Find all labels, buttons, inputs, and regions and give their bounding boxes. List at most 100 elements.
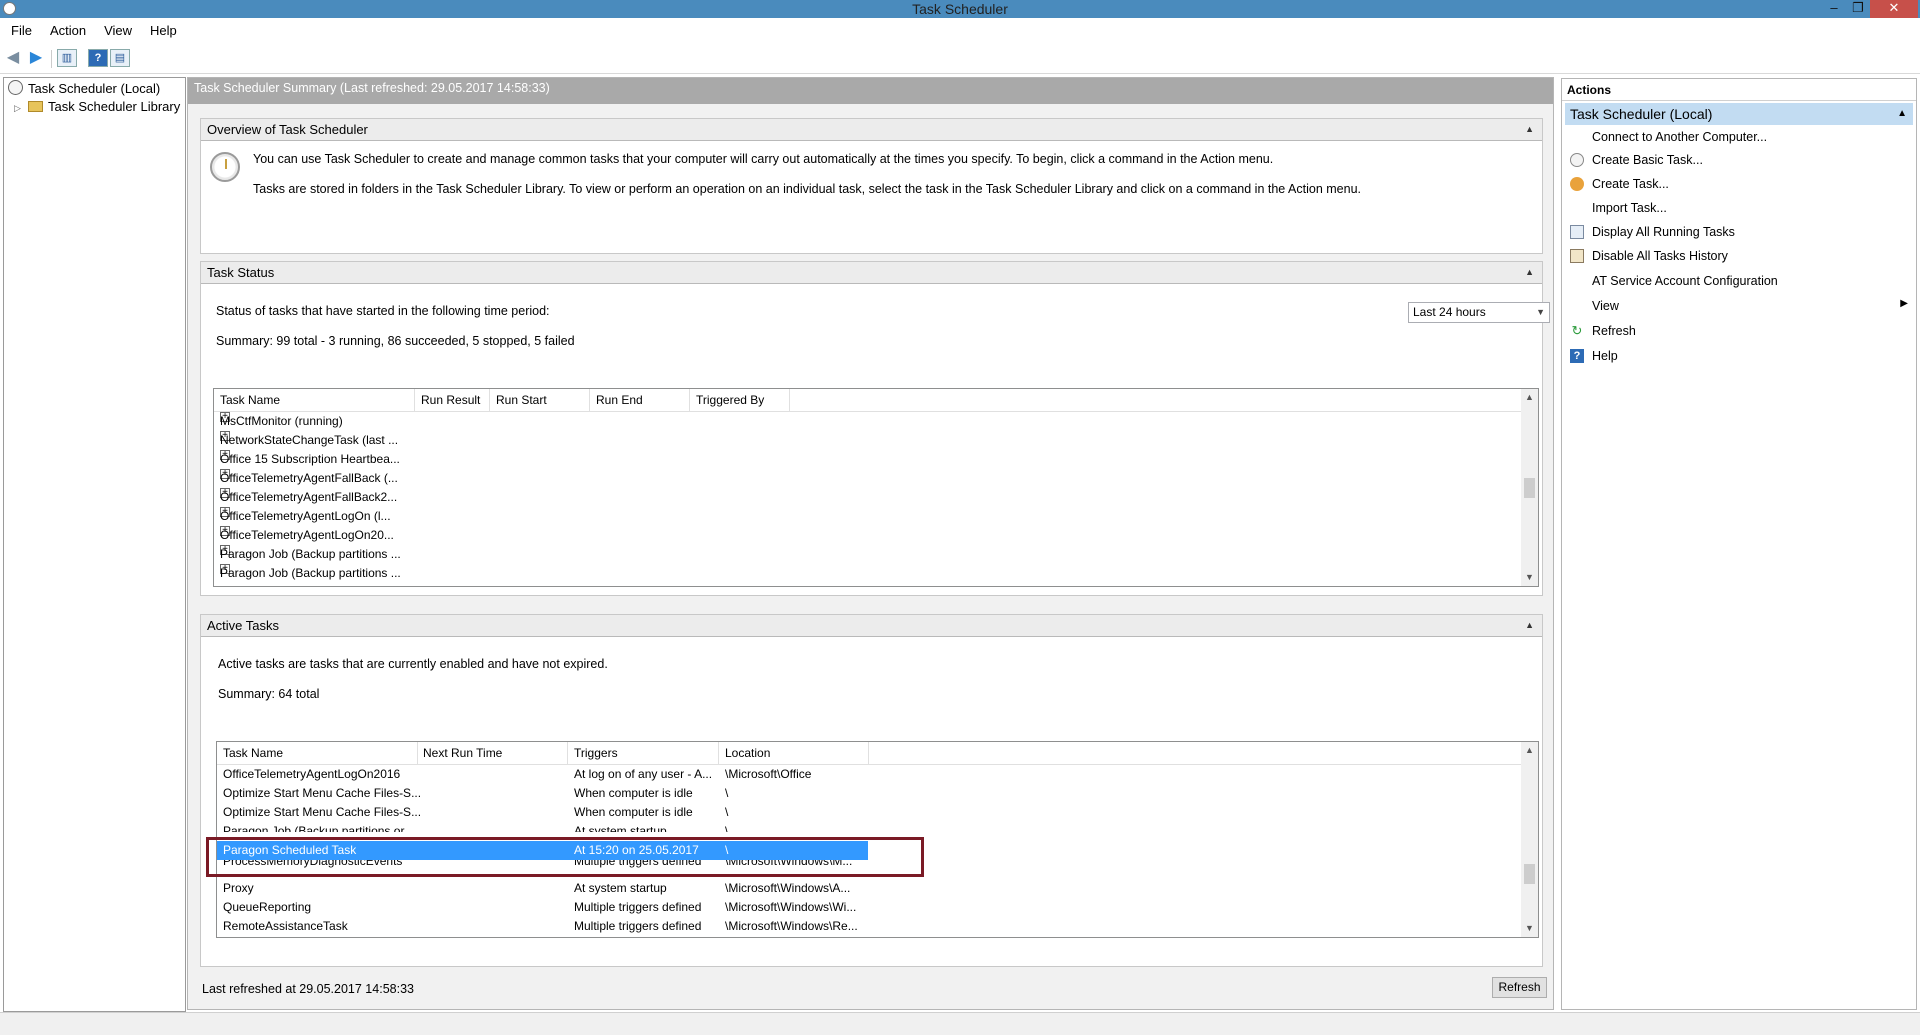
scroll-down-icon[interactable]: ▼ — [1521, 569, 1538, 586]
action-display-all-running-tasks[interactable]: Display All Running Tasks — [1592, 222, 1735, 242]
overview-text-2: Tasks are stored in folders in the Task … — [253, 182, 1361, 196]
menu-action[interactable]: Action — [39, 18, 93, 38]
column-header-next-run-time[interactable]: Next Run Time — [423, 746, 502, 760]
restore-button[interactable]: ❐ — [1846, 0, 1870, 18]
time-period-dropdown[interactable]: Last 24 hours ▼ — [1408, 302, 1550, 323]
table-row[interactable]: Proxy At system startup \Microsoft\Windows… — [217, 879, 1538, 898]
table-row[interactable]: RemoteAssistanceTask Multiple triggers de… — [217, 917, 1538, 936]
collapse-icon[interactable]: ▲ — [1525, 119, 1534, 140]
show-hide-console-tree-icon[interactable]: ▥ — [57, 49, 77, 67]
tree-item-task-scheduler-library[interactable]: ▷ Task Scheduler Library — [14, 98, 180, 116]
last-refreshed-text: Last refreshed at 29.05.2017 14:58:33 — [202, 982, 414, 996]
menu-help[interactable]: Help — [139, 18, 184, 38]
console-tree: Task Scheduler (Local) ▷ Task Scheduler L… — [3, 77, 186, 1012]
action-help[interactable]: Help — [1592, 346, 1618, 366]
column-header-location[interactable]: Location — [725, 746, 770, 760]
scroll-up-icon[interactable]: ▲ — [1521, 389, 1538, 406]
column-header-task-name[interactable]: Task Name — [223, 746, 283, 760]
clock-icon — [210, 152, 240, 182]
active-tasks-scrollbar[interactable]: ▲ ▼ — [1521, 742, 1538, 937]
active-tasks-summary: Summary: 64 total — [218, 687, 320, 701]
table-row[interactable]: Paragon Job (Backup partitions or... At s… — [217, 822, 1538, 832]
action-create-basic-task[interactable]: Create Basic Task... — [1592, 150, 1703, 170]
column-header-triggered-by[interactable]: Triggered By — [696, 393, 764, 407]
overview-section-header[interactable]: Overview of Task Scheduler ▲ — [201, 119, 1542, 141]
tree-item-task-scheduler-local[interactable]: Task Scheduler (Local) — [8, 80, 160, 98]
table-row[interactable]: Optimize Start Menu Cache Files-S... When… — [217, 784, 1538, 803]
minimize-button[interactable]: – — [1822, 0, 1846, 18]
close-button[interactable]: ✕ — [1870, 0, 1918, 18]
title-bar: Task Scheduler – ❐ ✕ — [0, 0, 1920, 18]
status-bar — [0, 1012, 1920, 1035]
table-row[interactable]: OfficeTelemetryAgentLogOn2016 At log on o… — [217, 765, 1538, 784]
table-row[interactable]: + OfficeTelemetryAgentLogOn (l... — [214, 507, 1538, 526]
menu-view[interactable]: View — [93, 18, 139, 38]
table-row[interactable]: + OfficeTelemetryAgentLogOn20... — [214, 526, 1538, 545]
action-import-task[interactable]: Import Task... — [1592, 198, 1667, 218]
toolbar-separator — [51, 50, 52, 68]
table-row[interactable]: + MsCtfMonitor (running) — [214, 412, 1538, 431]
task-status-scrollbar[interactable]: ▲ ▼ — [1521, 389, 1538, 586]
action-at-service-account-configuration[interactable]: AT Service Account Configuration — [1592, 271, 1778, 291]
help-icon: ? — [1570, 349, 1584, 363]
refresh-button[interactable]: Refresh — [1492, 977, 1547, 998]
refresh-icon: ↻ — [1571, 323, 1583, 338]
overview-section: Overview of Task Scheduler ▲ You can use… — [200, 118, 1543, 254]
history-icon — [1570, 249, 1584, 263]
collapse-icon[interactable]: ▲ — [1897, 103, 1907, 125]
table-header: Task Name Next Run Time Triggers Locatio… — [217, 742, 1538, 765]
column-header-task-name[interactable]: Task Name — [220, 393, 280, 407]
chevron-down-icon: ▼ — [1536, 307, 1545, 317]
table-row[interactable]: + OfficeTelemetryAgentFallBack2... — [214, 488, 1538, 507]
submenu-arrow-icon: ▶ — [1900, 298, 1908, 309]
actions-group-header[interactable]: Task Scheduler (Local) ▲ — [1565, 103, 1913, 125]
table-row[interactable]: + OfficeTelemetryAgentFallBack (... — [214, 469, 1538, 488]
column-header-triggers[interactable]: Triggers — [574, 746, 618, 760]
column-header-run-start[interactable]: Run Start — [496, 393, 547, 407]
scroll-down-icon[interactable]: ▼ — [1521, 920, 1538, 937]
task-status-table: Task Name Run Result Run Start Run End T… — [213, 388, 1539, 587]
forward-arrow-icon[interactable]: ▶ — [25, 48, 47, 68]
actions-header: Actions — [1562, 79, 1916, 101]
table-row[interactable]: + Office 15 Subscription Heartbea... — [214, 450, 1538, 469]
menu-bar: File Action View Help — [0, 18, 1920, 44]
status-summary: Summary: 99 total - 3 running, 86 succee… — [216, 334, 575, 348]
table-header: Task Name Run Result Run Start Run End T… — [214, 389, 1538, 412]
scroll-up-icon[interactable]: ▲ — [1521, 742, 1538, 759]
column-header-run-result[interactable]: Run Result — [421, 393, 480, 407]
action-refresh[interactable]: Refresh — [1592, 321, 1636, 341]
help-icon[interactable]: ? — [88, 49, 108, 67]
table-row[interactable]: + NetworkStateChangeTask (last ... — [214, 431, 1538, 450]
collapse-icon[interactable]: ▲ — [1525, 262, 1534, 283]
create-basic-task-icon — [1570, 153, 1584, 167]
folder-icon — [28, 101, 43, 112]
action-connect-to-another-computer[interactable]: Connect to Another Computer... — [1592, 127, 1767, 147]
active-tasks-description: Active tasks are tasks that are currentl… — [218, 657, 608, 671]
menu-file[interactable]: File — [0, 18, 39, 38]
task-status-section: Task Status ▲ Status of tasks that have … — [200, 261, 1550, 596]
table-row[interactable]: QueueReporting Multiple triggers defined \… — [217, 898, 1538, 917]
back-arrow-icon[interactable]: ◀ — [2, 48, 24, 68]
show-hide-action-pane-icon[interactable]: ▤ — [110, 49, 130, 67]
column-header-run-end[interactable]: Run End — [596, 393, 643, 407]
action-disable-all-tasks-history[interactable]: Disable All Tasks History — [1592, 246, 1728, 266]
summary-header: Task Scheduler Summary (Last refreshed: … — [188, 78, 1553, 104]
create-task-icon — [1570, 177, 1584, 191]
task-status-section-header[interactable]: Task Status ▲ — [201, 262, 1542, 284]
scrollbar-thumb[interactable] — [1524, 864, 1535, 884]
scrollbar-thumb[interactable] — [1524, 478, 1535, 498]
action-view[interactable]: View — [1592, 296, 1619, 316]
window-title: Task Scheduler — [912, 1, 1008, 17]
status-period-label: Status of tasks that have started in the… — [216, 304, 550, 318]
overview-text-1: You can use Task Scheduler to create and… — [253, 152, 1274, 166]
collapse-icon[interactable]: ▲ — [1525, 615, 1534, 636]
active-tasks-section: Active Tasks ▲ Active tasks are tasks th… — [200, 614, 1543, 967]
action-create-task[interactable]: Create Task... — [1592, 174, 1669, 194]
table-row[interactable]: + Paragon Job (Backup partitions ... — [214, 545, 1538, 564]
table-row[interactable]: Optimize Start Menu Cache Files-S... When… — [217, 803, 1538, 822]
table-row[interactable]: + Paragon Job (Backup partitions ... — [214, 564, 1538, 583]
toolbar: ◀ ▶ ▥ ? ▤ — [0, 44, 1920, 74]
expand-arrow-icon[interactable]: ▷ — [14, 99, 24, 117]
active-tasks-section-header[interactable]: Active Tasks ▲ — [201, 615, 1542, 637]
running-tasks-icon — [1570, 225, 1584, 239]
